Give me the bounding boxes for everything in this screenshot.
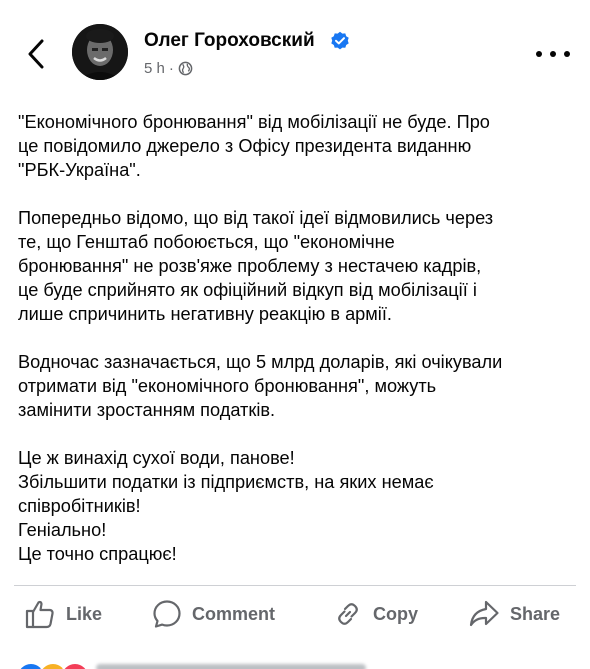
text-line: те, що Генштаб побоюється, що "економічн… [18,232,395,252]
comment-label: Comment [192,603,276,624]
share-icon [469,600,499,627]
globe-icon [178,61,193,76]
thumbs-up-icon [25,600,54,629]
text-line: отримати від "економічного бронювання", … [18,376,437,396]
comment-icon [153,600,181,628]
text-line: лише спричинить негативну реакцію в армі… [18,304,392,324]
text-line: Це ж винахід сухої води, панове! [18,448,295,468]
paragraph: "Економічного бронювання" від мобілізаці… [18,110,578,182]
paragraph: Попередньо відомо, що від такої ідеї від… [18,206,578,326]
reactions-summary[interactable] [0,650,590,669]
text-line: замінити зростанням податків. [18,400,276,420]
comment-button[interactable]: Comment [152,596,275,632]
text-line: Це точно спрацює! [18,544,177,564]
divider [14,585,576,586]
paragraph: Це ж винахід сухої води, панове! Збільши… [18,446,578,566]
verified-badge-icon [331,31,349,50]
like-label: Like [66,603,103,624]
action-bar: Like Comment Copy Share [0,596,590,636]
text-line: співробітників! [18,496,141,516]
copy-label: Copy [373,603,418,624]
meta-separator: · [168,60,174,77]
post-time[interactable]: 5 h [144,60,165,77]
back-button[interactable] [18,34,54,74]
share-button[interactable]: Share [468,596,560,632]
author-name[interactable]: Олег Гороховский [144,30,315,52]
text-line: "Економічного бронювання" від мобілізаці… [18,112,490,132]
more-horizontal-icon [536,51,542,57]
copy-button[interactable]: Copy [333,596,418,632]
reactions-text [96,664,366,669]
text-line: бронювання" не розв'яже проблему з неста… [18,256,482,276]
share-label: Share [510,603,561,624]
avatar[interactable] [72,24,128,80]
post-text: "Економічного бронювання" від мобілізаці… [18,110,578,590]
text-line: це буде сприйнято як офіційний відкуп ві… [18,280,477,300]
chevron-left-icon [28,39,44,69]
link-icon [338,603,358,625]
text-line: Геніально! [18,520,107,540]
paragraph: Водночас зазначається, що 5 млрд доларів… [18,350,578,422]
text-line: Водночас зазначається, що 5 млрд доларів… [18,352,503,372]
like-button[interactable]: Like [24,596,102,632]
text-line: Попередньо відомо, що від такої ідеї від… [18,208,494,228]
post-screen: Олег Гороховский 5 h · "Економічного бро… [0,0,590,669]
text-line: це повідомило джерело з Офісу президента… [18,136,472,156]
post-meta: 5 h · [144,60,193,77]
text-line: "РБК-Україна". [18,160,141,180]
more-options-button[interactable] [536,44,570,64]
text-line: Збільшити податки із підприємств, на яки… [18,472,434,492]
avatar-image [72,24,128,80]
love-reaction-icon [60,662,90,669]
